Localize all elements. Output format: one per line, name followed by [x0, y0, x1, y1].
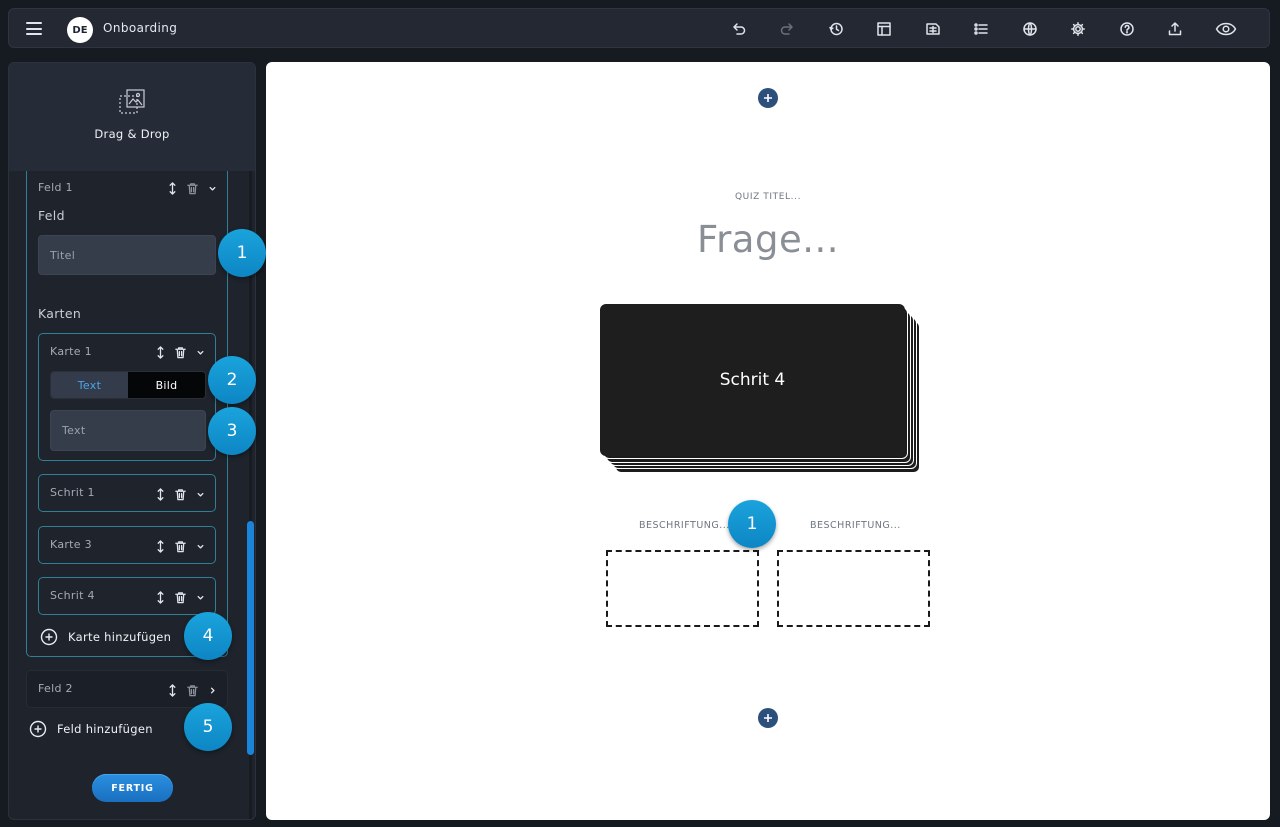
callout-badge: 5: [184, 703, 232, 751]
callout-badge: 3: [208, 407, 256, 455]
redo-icon[interactable]: [777, 19, 797, 39]
sidebar-header: Drag & Drop: [9, 63, 255, 171]
callout-badge: 1: [728, 500, 776, 548]
reorder-arrows-icon[interactable]: [154, 486, 167, 505]
add-block-top-button[interactable]: [758, 88, 778, 108]
done-button[interactable]: FERTIG: [92, 774, 173, 802]
list-item-label: Karte 3: [50, 538, 92, 551]
plus-icon: [764, 714, 772, 722]
list-icon[interactable]: [971, 19, 991, 39]
gear-icon[interactable]: [1068, 19, 1088, 39]
trash-icon[interactable]: [174, 538, 187, 557]
reorder-arrows-icon[interactable]: [154, 538, 167, 557]
quiz-title[interactable]: QUIZ TITEL...: [266, 192, 1270, 202]
layout-icon[interactable]: [874, 19, 894, 39]
card-type-toggle: Text Bild: [50, 371, 206, 399]
drag-drop-image-icon: [117, 87, 147, 117]
card-1-row-label[interactable]: Karte 1: [50, 345, 92, 358]
top-bar: DE Onboarding: [8, 8, 1270, 48]
drop-zone-caption-left[interactable]: BESCHRIFTUNG...: [639, 520, 730, 531]
add-card-label: Karte hinzufügen: [68, 630, 172, 644]
reorder-arrows-icon[interactable]: [166, 180, 179, 199]
add-field-button[interactable]: Feld hinzufügen: [29, 720, 153, 738]
field-2-row-label: Feld 2: [38, 682, 73, 695]
question-text[interactable]: Frage...: [266, 218, 1270, 261]
trash-icon[interactable]: [174, 589, 187, 608]
toggle-image-option[interactable]: Bild: [128, 372, 205, 398]
callout-badge: 2: [208, 356, 256, 404]
reorder-arrows-icon[interactable]: [154, 589, 167, 608]
drop-zone-right[interactable]: [777, 550, 930, 627]
add-field-label: Feld hinzufügen: [57, 722, 153, 736]
trash-icon[interactable]: [186, 682, 199, 701]
upload-icon[interactable]: [1165, 19, 1185, 39]
trash-icon[interactable]: [174, 486, 187, 505]
field-1-row-label[interactable]: Feld 1: [38, 181, 73, 194]
list-item-label: Schrit 4: [50, 589, 95, 602]
card-text-input[interactable]: Text: [50, 410, 206, 451]
help-icon[interactable]: [1117, 19, 1137, 39]
drop-zone-caption-right[interactable]: BESCHRIFTUNG...: [810, 520, 901, 531]
drop-zone-left[interactable]: [606, 550, 759, 627]
card-stack[interactable]: Schrit 4: [600, 304, 922, 474]
hamburger-menu-icon[interactable]: [26, 22, 42, 35]
card-text: Schrit 4: [719, 370, 786, 390]
app-title: Onboarding: [103, 21, 178, 35]
chevron-down-icon[interactable]: [194, 589, 207, 608]
editor-canvas: QUIZ TITEL... Frage... Schrit 4 BESCHRIF…: [266, 62, 1270, 820]
history-icon[interactable]: [826, 19, 846, 39]
card-front[interactable]: Schrit 4: [600, 304, 905, 456]
reorder-arrows-icon[interactable]: [166, 682, 179, 701]
list-item-label: Schrit 1: [50, 486, 95, 499]
sidebar-header-label: Drag & Drop: [94, 127, 170, 141]
field-heading: Feld: [38, 208, 65, 223]
reorder-arrows-icon[interactable]: [154, 344, 167, 363]
chevron-down-icon[interactable]: [194, 538, 207, 557]
cards-heading: Karten: [38, 306, 82, 321]
undo-icon[interactable]: [729, 19, 749, 39]
add-block-bottom-button[interactable]: [758, 708, 778, 728]
chevron-down-icon[interactable]: [206, 180, 219, 199]
globe-icon[interactable]: [1020, 19, 1040, 39]
callout-badge: 1: [218, 229, 266, 277]
language-badge[interactable]: DE: [67, 17, 93, 43]
plus-circle-icon: [29, 720, 47, 738]
preview-eye-icon[interactable]: [1212, 19, 1240, 39]
toggle-text-option[interactable]: Text: [51, 372, 128, 398]
plus-circle-icon: [40, 628, 58, 646]
add-card-button[interactable]: Karte hinzufügen: [40, 628, 171, 646]
chevron-right-icon[interactable]: [206, 682, 219, 701]
chevron-down-icon[interactable]: [194, 486, 207, 505]
trash-icon[interactable]: [174, 344, 187, 363]
field-title-input[interactable]: Titel: [38, 235, 216, 275]
chevron-down-icon[interactable]: [194, 344, 207, 363]
callout-badge: 4: [184, 612, 232, 660]
trash-icon[interactable]: [186, 180, 199, 199]
plus-icon: [764, 94, 772, 102]
scroll-thumb[interactable]: [247, 521, 254, 755]
style-icon[interactable]: [923, 19, 943, 39]
